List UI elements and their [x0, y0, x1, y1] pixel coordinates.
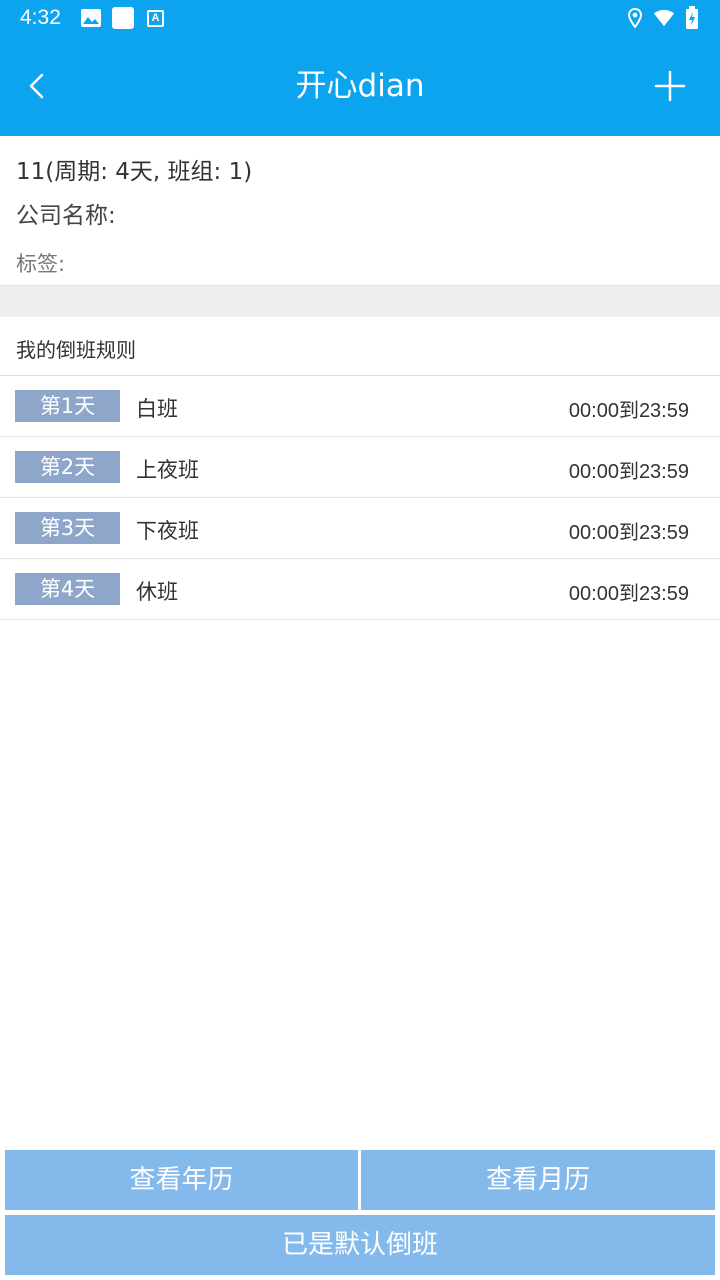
status-bar: 4:32 A — [0, 0, 720, 36]
rule-list: 第1天 白班 00:00到23:59 第2天 上夜班 00:00到23:59 第… — [0, 376, 720, 620]
status-time: 4:32 — [20, 6, 61, 29]
shift-time: 00:00到23:59 — [568, 461, 689, 483]
page-title: 开心dian — [295, 68, 425, 104]
battery-charging-icon — [686, 6, 698, 29]
rules-header: 我的倒班规则 — [0, 317, 720, 376]
rules-header-title: 我的倒班规则 — [16, 338, 136, 362]
day-tag: 第3天 — [15, 512, 120, 544]
square-icon — [112, 7, 134, 29]
font-a-glyph: A — [151, 12, 160, 24]
app-bar: 开心dian — [0, 36, 720, 136]
shift-name: 下夜班 — [136, 519, 199, 543]
section-divider — [0, 285, 720, 317]
shift-time: 00:00到23:59 — [568, 583, 689, 605]
font-a-icon: A — [147, 10, 164, 27]
shift-name: 白班 — [136, 397, 178, 421]
default-shift-button[interactable]: 已是默认倒班 — [5, 1215, 715, 1275]
list-item[interactable]: 第4天 休班 00:00到23:59 — [0, 559, 720, 620]
location-icon — [627, 8, 643, 28]
day-tag: 第1天 — [15, 390, 120, 422]
list-item[interactable]: 第1天 白班 00:00到23:59 — [0, 376, 720, 437]
company-name-label: 公司名称: — [16, 203, 116, 229]
list-item[interactable]: 第3天 下夜班 00:00到23:59 — [0, 498, 720, 559]
image-icon — [81, 9, 101, 27]
list-item[interactable]: 第2天 上夜班 00:00到23:59 — [0, 437, 720, 498]
tags-label: 标签: — [16, 252, 66, 276]
shift-name: 上夜班 — [136, 458, 199, 482]
shift-name: 休班 — [136, 580, 178, 604]
wifi-icon — [653, 9, 675, 27]
plus-icon[interactable] — [648, 64, 692, 108]
shift-name-line: 11(周期: 4天, 班组: 1) — [16, 159, 253, 185]
view-month-calendar-button[interactable]: 查看月历 — [361, 1150, 715, 1210]
day-tag: 第4天 — [15, 573, 120, 605]
shift-info-panel: 11(周期: 4天, 班组: 1) 公司名称: 标签: — [0, 136, 720, 285]
view-year-calendar-button[interactable]: 查看年历 — [5, 1150, 358, 1210]
shift-time: 00:00到23:59 — [568, 522, 689, 544]
day-tag: 第2天 — [15, 451, 120, 483]
shift-time: 00:00到23:59 — [568, 400, 689, 422]
